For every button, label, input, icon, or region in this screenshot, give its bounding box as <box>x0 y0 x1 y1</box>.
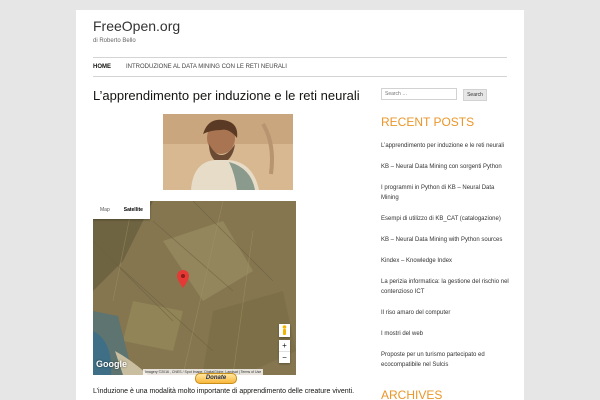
site-title[interactable]: FreeOpen.org <box>93 18 180 34</box>
main-navigation: Home Introduzione al data mining con le … <box>93 57 507 77</box>
recent-post-link[interactable]: KB – Neural Data Mining with Python sour… <box>381 235 511 245</box>
google-logo: Google <box>96 359 127 369</box>
map-type-tabs: Map Satellite <box>93 201 150 219</box>
map-marker-icon[interactable] <box>177 270 189 288</box>
satellite-map[interactable]: Map Satellite + − Google Imagery ©2016 ,… <box>93 201 296 375</box>
zoom-in-button[interactable]: + <box>279 340 290 351</box>
nav-item-introduzione[interactable]: Introduzione al data mining con le reti … <box>126 64 287 70</box>
site-description: di Roberto Bello <box>93 38 136 44</box>
recent-post-link[interactable]: Esempi di utilizzo di KB_CAT (catalogazi… <box>381 214 511 224</box>
aristotle-portrait-image <box>163 114 293 190</box>
recent-post-link[interactable]: Kindex – Knowledge Index <box>381 256 511 266</box>
search-input[interactable] <box>381 88 457 100</box>
recent-post-link[interactable]: L’apprendimento per induzione e le reti … <box>381 141 511 151</box>
search-button[interactable]: Search <box>463 89 487 101</box>
page-container: FreeOpen.org di Roberto Bello Home Intro… <box>76 10 524 400</box>
street-view-pegman-icon[interactable] <box>279 324 290 337</box>
recent-post-link[interactable]: Proposte per un turismo partecipato ed e… <box>381 350 511 370</box>
nav-item-home[interactable]: Home <box>93 64 111 70</box>
recent-post-link[interactable]: Il riso amaro del computer <box>381 308 511 318</box>
recent-posts-list: L’apprendimento per induzione e le reti … <box>381 141 511 381</box>
recent-post-link[interactable]: KB – Neural Data Mining con sorgenti Pyt… <box>381 162 511 172</box>
post-body-text: L’induzione è una modalità molto importa… <box>93 388 355 395</box>
recent-post-link[interactable]: I programmi in Python di KB – Neural Dat… <box>381 183 511 203</box>
map-zoom-control: + − <box>279 340 290 363</box>
archives-heading: Archives <box>381 388 443 400</box>
recent-post-link[interactable]: I mostri del web <box>381 329 511 339</box>
zoom-out-button[interactable]: − <box>279 352 290 363</box>
map-tab-map[interactable]: Map <box>93 201 117 219</box>
recent-post-link[interactable]: La perizia informatica: la gestione del … <box>381 277 511 297</box>
post-title[interactable]: L’apprendimento per induzione e le reti … <box>93 88 360 103</box>
recent-posts-heading: Recent Posts <box>381 115 475 129</box>
map-tab-satellite[interactable]: Satellite <box>117 201 150 219</box>
donate-button[interactable]: Donate <box>195 373 237 384</box>
